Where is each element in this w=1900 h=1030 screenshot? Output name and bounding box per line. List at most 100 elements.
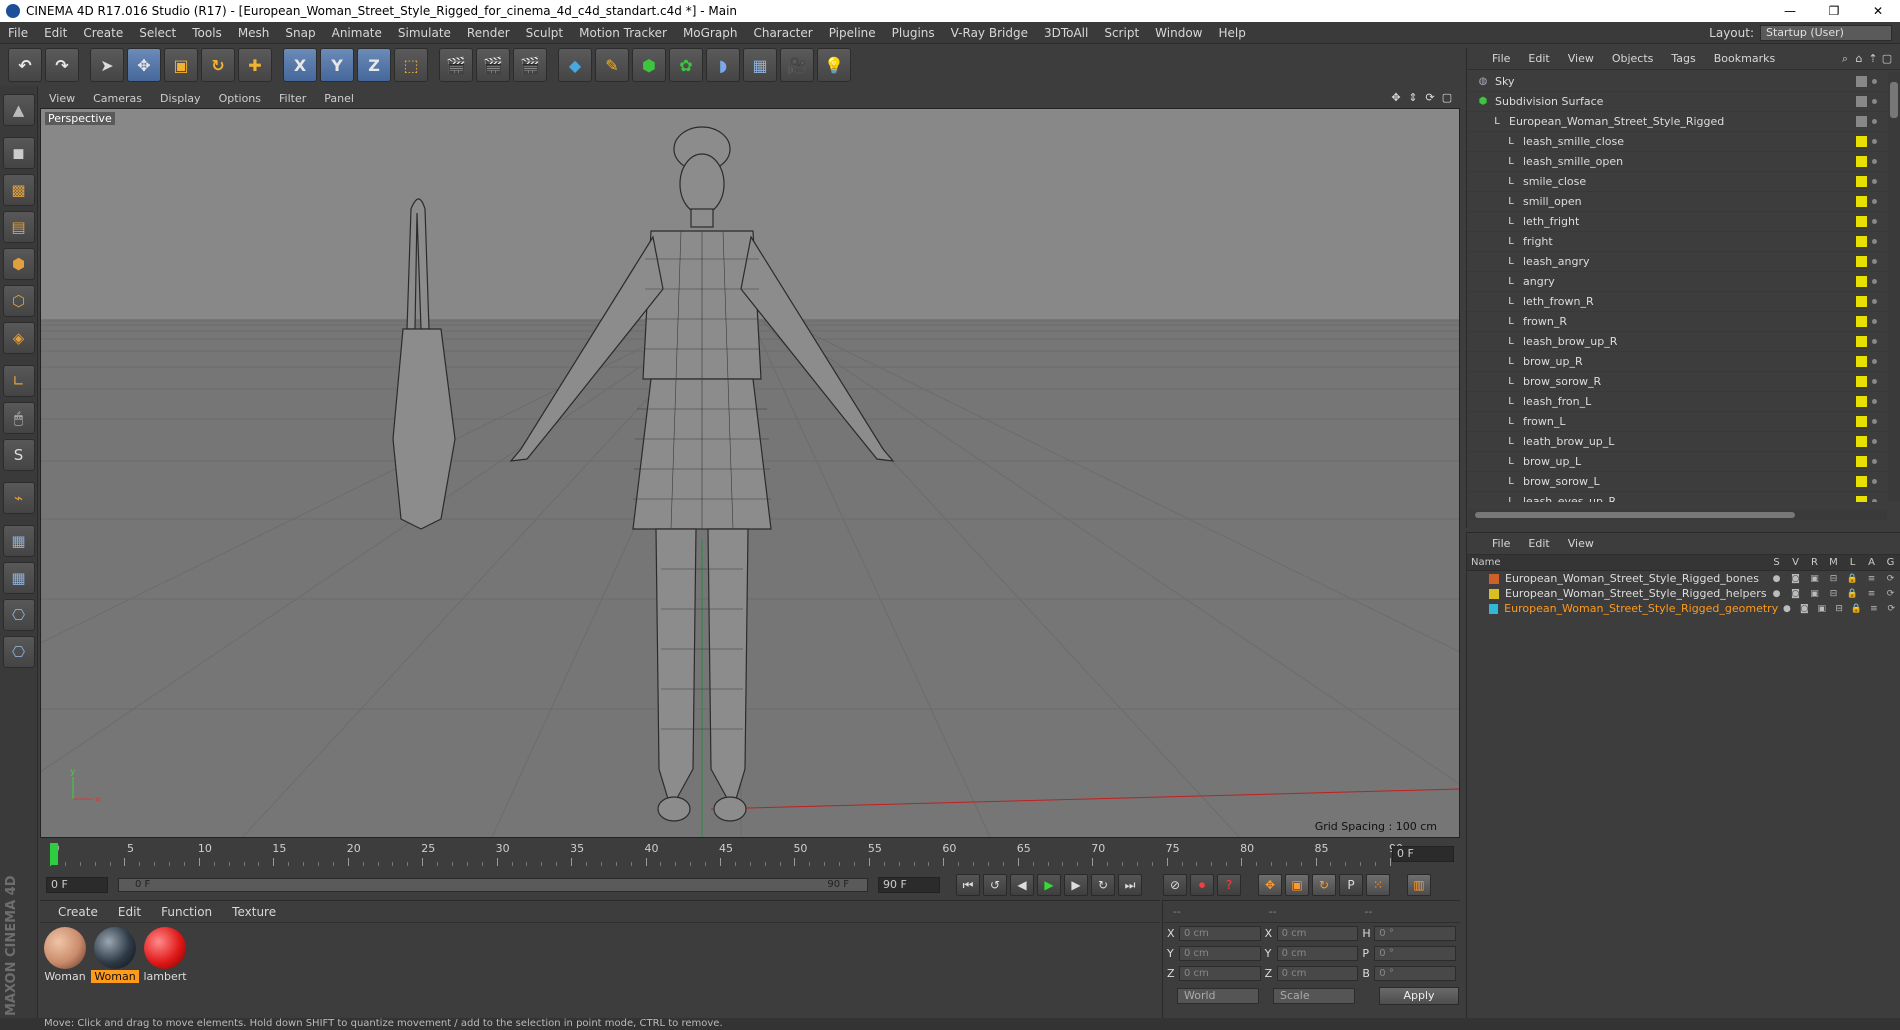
- maximize-view-icon[interactable]: ▢: [1440, 91, 1454, 105]
- visibility-dot[interactable]: [1872, 79, 1877, 84]
- motion-path-button[interactable]: ⊘: [1163, 874, 1187, 896]
- layer-color-tag[interactable]: [1856, 336, 1867, 347]
- tweak-mode-button[interactable]: 🖱: [2, 402, 35, 434]
- size-y-field[interactable]: 0 cm: [1276, 945, 1359, 961]
- layer-name[interactable]: European_Woman_Street_Style_Rigged_bones: [1505, 572, 1767, 585]
- visibility-dot[interactable]: [1872, 219, 1877, 224]
- menu-render[interactable]: Render: [459, 26, 518, 40]
- play-button[interactable]: ▶: [1037, 874, 1061, 896]
- layer-toggle-icon[interactable]: ◙: [1786, 574, 1805, 584]
- object-tree-row[interactable]: Lleath_brow_up_L: [1467, 432, 1887, 452]
- object-menu-tags[interactable]: Tags: [1662, 52, 1704, 65]
- hscrollbar-thumb[interactable]: [1475, 512, 1795, 518]
- timeline-window-button[interactable]: ▥: [1407, 874, 1431, 896]
- polygons-mode-button[interactable]: ◈: [2, 322, 35, 354]
- object-menu-file[interactable]: File: [1483, 52, 1519, 65]
- home-icon[interactable]: ⌂: [1852, 52, 1866, 66]
- viewport-camera-label[interactable]: Perspective: [45, 112, 115, 125]
- layer-toggle-icon[interactable]: ⟳: [1881, 589, 1900, 599]
- layer-color-swatch[interactable]: [1489, 588, 1499, 599]
- timeline-ruler[interactable]: 051015202530354045505560657075808590 0 F: [40, 840, 1460, 870]
- menu-file[interactable]: File: [0, 26, 36, 40]
- autokey-button[interactable]: ?: [1217, 874, 1241, 896]
- visibility-dot[interactable]: [1872, 439, 1877, 444]
- layer-toggle-icon[interactable]: ≡: [1865, 604, 1882, 614]
- y-axis-lock-button[interactable]: Y: [320, 48, 354, 82]
- layer-menu-view[interactable]: View: [1559, 537, 1603, 550]
- layer-toggle-icon[interactable]: ▣: [1805, 574, 1824, 584]
- menu-animate[interactable]: Animate: [324, 26, 390, 40]
- material-preview-sphere[interactable]: [44, 927, 86, 969]
- size-x-field[interactable]: 0 cm: [1276, 925, 1359, 941]
- layer-color-tag[interactable]: [1856, 376, 1867, 387]
- object-tree-scrollbar[interactable]: [1888, 72, 1900, 502]
- visibility-dot[interactable]: [1872, 279, 1877, 284]
- layer-toggle-icon[interactable]: ⊟: [1824, 589, 1843, 599]
- layer-color-tag[interactable]: [1856, 456, 1867, 467]
- enable-snap-button[interactable]: ⌁: [2, 482, 35, 514]
- menu-mesh[interactable]: Mesh: [230, 26, 278, 40]
- position-x-field[interactable]: 0 cm: [1178, 925, 1261, 941]
- key-parameter-button[interactable]: P: [1339, 874, 1363, 896]
- object-name[interactable]: leth_fright: [1523, 215, 1579, 228]
- material-label[interactable]: Woman: [41, 970, 88, 983]
- menu-edit[interactable]: Edit: [36, 26, 75, 40]
- menu-motion-tracker[interactable]: Motion Tracker: [571, 26, 675, 40]
- layer-color-tag[interactable]: [1856, 196, 1867, 207]
- layer-row[interactable]: European_Woman_Street_Style_Rigged_helpe…: [1467, 586, 1900, 601]
- layer-color-tag[interactable]: [1856, 396, 1867, 407]
- go-to-start-button[interactable]: ⏮: [956, 874, 980, 896]
- rotation-h-field[interactable]: 0 °: [1374, 925, 1457, 941]
- object-menu-edit[interactable]: Edit: [1519, 52, 1558, 65]
- workplane-snap-button[interactable]: ▦: [2, 562, 35, 594]
- object-tree-row[interactable]: L European_Woman_Street_Style_Rigged: [1467, 112, 1887, 132]
- object-name[interactable]: leash_smille_open: [1523, 155, 1623, 168]
- perspective-viewport[interactable]: y x Perspective Grid Spacing : 100 cm: [40, 108, 1460, 838]
- object-tree-row[interactable]: Lleash_brow_up_R: [1467, 332, 1887, 352]
- layer-color-tag[interactable]: [1856, 236, 1867, 247]
- object-tree-row[interactable]: Lsmile_close: [1467, 172, 1887, 192]
- object-name[interactable]: smill_open: [1523, 195, 1582, 208]
- size-mode-dropdown[interactable]: Scale: [1273, 988, 1355, 1004]
- layer-menu-edit[interactable]: Edit: [1519, 537, 1558, 550]
- object-tree-row[interactable]: Lfright: [1467, 232, 1887, 252]
- layer-color-tag[interactable]: [1856, 76, 1867, 87]
- material-item[interactable]: Woman: [91, 927, 139, 983]
- position-z-field[interactable]: 0 cm: [1178, 965, 1261, 981]
- layer-toggle-icon[interactable]: 🔒: [1848, 604, 1865, 614]
- new-window-icon[interactable]: ▢: [1880, 52, 1894, 66]
- object-tree-row[interactable]: Lleash_fron_L: [1467, 392, 1887, 412]
- layer-color-tag[interactable]: [1856, 316, 1867, 327]
- layer-menu-file[interactable]: File: [1483, 537, 1519, 550]
- visibility-dot[interactable]: [1872, 159, 1877, 164]
- object-tree-row[interactable]: Lleth_frown_R: [1467, 292, 1887, 312]
- layer-color-swatch[interactable]: [1489, 603, 1499, 614]
- object-name[interactable]: angry: [1523, 275, 1555, 288]
- key-pla-button[interactable]: ⁙: [1366, 874, 1390, 896]
- previous-key-button[interactable]: ↺: [983, 874, 1007, 896]
- object-name[interactable]: European_Woman_Street_Style_Rigged: [1509, 115, 1724, 128]
- material-menu-create[interactable]: Create: [48, 905, 108, 919]
- menu-character[interactable]: Character: [745, 26, 820, 40]
- rotation-p-field[interactable]: 0 °: [1374, 945, 1457, 961]
- visibility-dot[interactable]: [1872, 299, 1877, 304]
- workplane-mode-button[interactable]: ▤: [2, 211, 35, 243]
- viewport-menu-view[interactable]: View: [40, 92, 84, 105]
- object-name[interactable]: smile_close: [1523, 175, 1586, 188]
- menu-script[interactable]: Script: [1096, 26, 1147, 40]
- size-z-field[interactable]: 0 cm: [1276, 965, 1359, 981]
- layer-toggle-icon[interactable]: ⟳: [1883, 604, 1900, 614]
- transform-tool-button[interactable]: ✚: [238, 48, 272, 82]
- position-y-field[interactable]: 0 cm: [1178, 945, 1261, 961]
- visibility-dot[interactable]: [1872, 379, 1877, 384]
- object-menu-objects[interactable]: Objects: [1603, 52, 1663, 65]
- visibility-dot[interactable]: [1872, 99, 1877, 104]
- key-scale-button[interactable]: ▣: [1285, 874, 1309, 896]
- visibility-dot[interactable]: [1872, 119, 1877, 124]
- object-tree-row[interactable]: Lleash_smille_open: [1467, 152, 1887, 172]
- layer-name[interactable]: European_Woman_Street_Style_Rigged_geome…: [1504, 602, 1778, 615]
- next-key-button[interactable]: ↻: [1091, 874, 1115, 896]
- grid-snap-button[interactable]: ▦: [2, 525, 35, 557]
- object-name[interactable]: leash_eyes_up_R: [1523, 495, 1616, 502]
- visibility-dot[interactable]: [1872, 399, 1877, 404]
